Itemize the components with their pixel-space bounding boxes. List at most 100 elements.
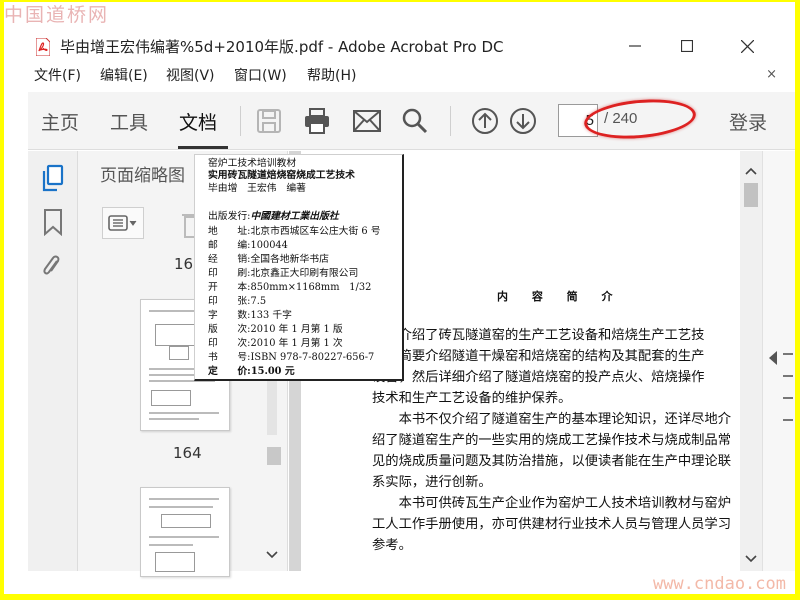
info-value: 北京市西城区车公庄大街 6 号: [250, 226, 381, 237]
info-key: 印 次:: [208, 338, 251, 349]
expand-pane-icon[interactable]: [769, 351, 778, 365]
info-row: 字 数:133 千字: [208, 307, 292, 321]
thumbnail-label: 164: [173, 444, 202, 462]
toolbar-divider: [450, 106, 451, 136]
body-line: 技术和生产工艺设备的维护保养。: [372, 391, 572, 406]
menu-view[interactable]: 视图(V): [166, 65, 215, 85]
info-key: 经 销:: [208, 254, 251, 265]
chevron-down-icon[interactable]: [266, 551, 278, 559]
thumbnail-options-button[interactable]: [102, 207, 144, 239]
active-tab-indicator: [178, 146, 228, 149]
authors: 毕由增 王宏伟 编著: [208, 183, 306, 194]
info-value: 15.00 元: [250, 366, 295, 377]
email-button[interactable]: [350, 104, 384, 138]
print-button[interactable]: [300, 104, 334, 138]
previous-page-button[interactable]: [468, 104, 502, 138]
printer-icon: [305, 108, 329, 134]
info-value: 2010 年 1 月第 1 版: [250, 324, 343, 335]
maximize-button[interactable]: [664, 30, 710, 62]
tab-tools[interactable]: 工具: [110, 108, 148, 135]
scrollbar-thumb[interactable]: [267, 447, 281, 465]
close-icon: [740, 39, 754, 53]
search-icon: [402, 108, 428, 134]
info-row: 定 价:15.00 元: [208, 363, 295, 377]
info-value: 2010 年 1 月第 1 次: [250, 338, 343, 349]
chevron-up-icon[interactable]: [745, 167, 757, 175]
panel-title: 页面缩略图: [100, 166, 185, 186]
login-button[interactable]: 登录: [729, 108, 767, 135]
page-thumbnail[interactable]: [140, 487, 230, 577]
document-scrollbar[interactable]: [740, 151, 762, 571]
tab-home[interactable]: 主页: [41, 108, 79, 135]
info-value: 100044: [250, 240, 288, 251]
info-key: 邮 编:: [208, 240, 251, 251]
body-line: 参考。: [372, 538, 412, 553]
info-row: 版 次:2010 年 1 月第 1 版: [208, 321, 343, 335]
arrow-up-icon: [472, 108, 498, 134]
toolbar-divider: [240, 106, 241, 136]
menu-edit[interactable]: 编辑(E): [100, 65, 148, 85]
info-key: 定 价:: [208, 366, 251, 377]
scrollbar-thumb[interactable]: [744, 183, 758, 207]
next-page-button[interactable]: [506, 104, 540, 138]
save-button[interactable]: [252, 104, 286, 138]
right-tools-pane: [762, 151, 795, 571]
maximize-icon: [681, 40, 693, 52]
body-line: 本书介绍了砖瓦隧道窑的生产工艺设备和焙烧生产工艺技: [372, 328, 705, 343]
envelope-icon: [353, 110, 381, 132]
bookmark-icon: [44, 209, 62, 236]
menu-window[interactable]: 窗口(W): [234, 65, 287, 85]
arrow-down-icon: [510, 108, 536, 134]
main-toolbar: 主页 工具 文档 5 / 240 登录: [28, 92, 795, 150]
menu-file[interactable]: 文件(F): [34, 65, 81, 85]
info-row: 开 本:850mm×1168mm 1/32: [208, 279, 371, 293]
clipped-page-edge: [779, 339, 794, 449]
minimize-button[interactable]: [612, 30, 658, 62]
bookmarks-button[interactable]: [38, 207, 68, 237]
body-line: 系实际，进行创新。: [372, 475, 492, 490]
close-document-icon[interactable]: ×: [766, 67, 777, 82]
publisher-line: 出版发行:中國建材工業出版社: [208, 208, 339, 222]
info-key: 印 刷:: [208, 268, 251, 279]
info-value: 850mm×1168mm 1/32: [250, 282, 372, 293]
attachments-button[interactable]: [38, 251, 68, 281]
watermark-logo: 中国道桥网: [4, 4, 110, 26]
chevron-down-icon[interactable]: [745, 555, 757, 563]
info-key: 字 数:: [208, 310, 251, 321]
save-icon: [257, 109, 281, 133]
info-row: 印 张:7.5: [208, 293, 266, 307]
list-options-icon: [108, 215, 137, 231]
paperclip-icon: [43, 255, 60, 275]
info-row: 经 销:全国各地新华书店: [208, 251, 329, 265]
info-value: 7.5: [250, 296, 267, 307]
minimize-icon: [629, 45, 641, 47]
close-window-button[interactable]: [724, 30, 770, 62]
highlight-ellipse: [582, 95, 698, 143]
info-row: 邮 编:100044: [208, 237, 288, 251]
info-key: 印 张:: [208, 296, 251, 307]
info-key: 书 号:: [208, 352, 251, 363]
body-line: 本书不仅介绍了隧道窑生产的基本理论知识，还详尽地介: [372, 412, 732, 427]
page-thumbnails-button[interactable]: [38, 163, 68, 193]
info-value: ISBN 978-7-80227-656-7: [250, 352, 375, 363]
search-button[interactable]: [398, 104, 432, 138]
copyright-page-popup: 窑炉工技术培训教材 实用砖瓦隧道焙烧窑烧成工艺技术 毕由增 王宏伟 编著 出版发…: [194, 154, 404, 381]
info-value: 133 千字: [250, 310, 292, 321]
publisher-name: 中國建材工業出版社: [250, 211, 339, 222]
body-line: 设备，然后详细介绍了隧道焙烧窑的投产点火、焙烧操作: [372, 370, 705, 385]
info-row: 地 址:北京市西城区车公庄大街 6 号: [208, 223, 381, 237]
page-thumbnails-icon: [42, 164, 64, 192]
book-title: 实用砖瓦隧道焙烧窑烧成工艺技术: [208, 170, 355, 181]
menu-help[interactable]: 帮助(H): [307, 65, 356, 85]
body-line: 本书可供砖瓦生产企业作为窑炉工人技术培训教材与窑炉: [372, 496, 732, 511]
acrobat-window: 毕由增王宏伟编著%5d+2010年版.pdf - Adobe Acrobat P…: [4, 2, 795, 594]
page-heading: 内 容 简 介: [497, 290, 623, 303]
info-key: 版 次:: [208, 324, 251, 335]
window-title: 毕由增王宏伟编著%5d+2010年版.pdf - Adobe Acrobat P…: [60, 38, 504, 56]
publisher-label: 出版发行:: [208, 211, 251, 222]
info-value: 全国各地新华书店: [250, 254, 329, 265]
tab-document[interactable]: 文档: [179, 108, 217, 135]
watermark-url: www.cndao.com: [652, 574, 786, 594]
navigation-rail: [28, 151, 78, 571]
info-key: 地 址:: [208, 226, 251, 237]
